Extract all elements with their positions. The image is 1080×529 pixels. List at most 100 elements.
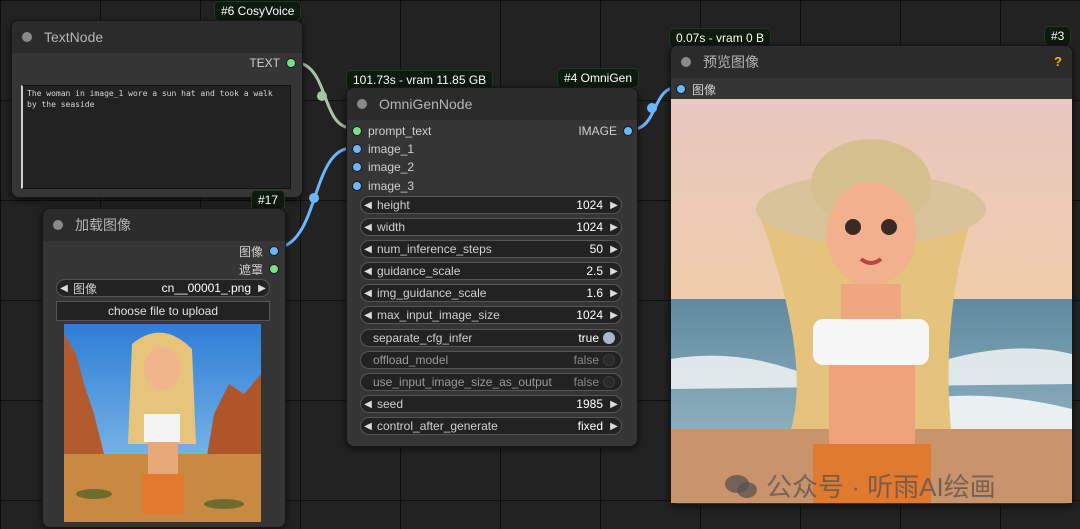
- collapse-dot-icon[interactable]: [681, 57, 691, 67]
- steps-widget[interactable]: ◀ num_inference_steps 50 ▶: [360, 240, 622, 258]
- toggle-off-icon[interactable]: [603, 354, 615, 366]
- node-title-bar[interactable]: OmniGenNode: [347, 88, 637, 120]
- separate-cfg-toggle[interactable]: separate_cfg_infer true: [360, 329, 622, 347]
- input-image[interactable]: 图像: [676, 81, 716, 97]
- widget-label: separate_cfg_infer: [373, 331, 473, 345]
- arrow-left-icon[interactable]: ◀: [361, 266, 375, 277]
- widget-label: num_inference_steps: [377, 242, 492, 256]
- watermark-text: 公众号 · 听雨AI绘画: [766, 472, 996, 502]
- input-label: 图像: [692, 82, 717, 97]
- arrow-right-icon[interactable]: ▶: [607, 421, 621, 432]
- widget-value: 1985: [576, 397, 603, 411]
- input-port-icon[interactable]: [352, 144, 362, 154]
- arrow-left-icon[interactable]: ◀: [361, 421, 375, 432]
- arrow-right-icon[interactable]: ▶: [607, 244, 621, 255]
- output-port-icon[interactable]: [269, 246, 279, 256]
- output-port-icon[interactable]: [623, 126, 633, 136]
- widget-value: false: [573, 353, 599, 367]
- arrow-right-icon[interactable]: ▶: [607, 266, 621, 277]
- node-title-bar[interactable]: 预览图像: [671, 46, 1072, 78]
- arrow-right-icon[interactable]: ▶: [607, 200, 621, 211]
- widget-label: width: [377, 220, 406, 234]
- output-image[interactable]: 图像: [239, 243, 279, 259]
- link-midpoint-text: [317, 91, 327, 101]
- output-port-icon[interactable]: [286, 58, 296, 68]
- widget-value: 2.5: [586, 264, 603, 278]
- node-title: TextNode: [44, 29, 104, 45]
- output-image-label: 图像: [238, 244, 263, 259]
- input-image-3[interactable]: image_3: [352, 178, 414, 194]
- input-image-2[interactable]: image_2: [352, 159, 414, 175]
- toggle-off-icon[interactable]: [603, 376, 615, 388]
- output-text-label: TEXT: [249, 56, 280, 70]
- width-widget[interactable]: ◀ width 1024 ▶: [360, 218, 622, 236]
- input-port-icon[interactable]: [352, 162, 362, 172]
- node-badge-loadimage: #17: [251, 190, 286, 210]
- widget-label: 图像: [73, 281, 98, 296]
- upload-button[interactable]: choose file to upload: [56, 301, 270, 321]
- generated-image-preview: [671, 99, 1072, 503]
- node-title: 加载图像: [75, 217, 131, 233]
- collapse-dot-icon[interactable]: [22, 32, 32, 42]
- arrow-left-icon[interactable]: ◀: [361, 288, 375, 299]
- omnigen-node[interactable]: OmniGenNode prompt_text image_1 image_2 …: [346, 87, 638, 447]
- help-icon[interactable]: ?: [1054, 54, 1062, 69]
- image-select-widget[interactable]: ◀ 图像 cn__00001_.png ▶: [56, 279, 270, 297]
- arrow-right-icon[interactable]: ▶: [607, 399, 621, 410]
- input-prompt-text[interactable]: prompt_text: [352, 123, 431, 139]
- use-input-size-toggle[interactable]: use_input_image_size_as_output false: [360, 373, 622, 391]
- arrow-left-icon[interactable]: ◀: [361, 222, 375, 233]
- input-image-1[interactable]: image_1: [352, 141, 414, 157]
- img-guidance-scale-widget[interactable]: ◀ img_guidance_scale 1.6 ▶: [360, 284, 622, 302]
- widget-value: 1.6: [586, 286, 603, 300]
- node-badge-omnigen: #4 OmniGen: [557, 68, 640, 88]
- output-mask[interactable]: 遮罩: [239, 261, 279, 277]
- input-port-icon[interactable]: [352, 181, 362, 191]
- input-label: image_3: [368, 179, 415, 193]
- guidance-scale-widget[interactable]: ◀ guidance_scale 2.5 ▶: [360, 262, 622, 280]
- output-port-icon[interactable]: [269, 264, 279, 274]
- widget-label: use_input_image_size_as_output: [373, 375, 552, 389]
- node-badge-textnode: #6 CosyVoice: [214, 1, 302, 21]
- offload-model-toggle[interactable]: offload_model false: [360, 351, 622, 369]
- arrow-right-icon[interactable]: ▶: [607, 222, 621, 233]
- input-label: image_2: [368, 160, 415, 174]
- input-port-icon[interactable]: [676, 84, 686, 94]
- arrow-left-icon[interactable]: ◀: [361, 310, 375, 321]
- text-input[interactable]: [21, 85, 291, 189]
- arrow-left-icon[interactable]: ◀: [361, 399, 375, 410]
- input-port-icon[interactable]: [352, 126, 362, 136]
- input-label: image_1: [368, 142, 415, 156]
- widget-value: true: [578, 331, 599, 345]
- widget-value: cn__00001_.png: [161, 281, 251, 295]
- collapse-dot-icon[interactable]: [357, 99, 367, 109]
- height-widget[interactable]: ◀ height 1024 ▶: [360, 196, 622, 214]
- output-mask-label: 遮罩: [238, 262, 263, 277]
- widget-value: 50: [589, 242, 603, 256]
- arrow-right-icon[interactable]: ▶: [607, 288, 621, 299]
- node-title-bar[interactable]: 加载图像: [43, 209, 285, 241]
- max-input-size-widget[interactable]: ◀ max_input_image_size 1024 ▶: [360, 306, 622, 324]
- toggle-on-icon[interactable]: [603, 332, 615, 344]
- arrow-left-icon[interactable]: ◀: [57, 283, 71, 294]
- control-after-generate-widget[interactable]: ◀ control_after_generate fixed ▶: [360, 417, 622, 435]
- textnode[interactable]: TextNode TEXT: [11, 20, 303, 198]
- arrow-left-icon[interactable]: ◀: [361, 200, 375, 211]
- arrow-right-icon[interactable]: ▶: [255, 283, 269, 294]
- widget-value: 1024: [576, 198, 603, 212]
- preview-image-node[interactable]: 预览图像 ? 图像: [670, 45, 1073, 505]
- arrow-right-icon[interactable]: ▶: [607, 310, 621, 321]
- node-title-bar[interactable]: TextNode: [12, 21, 302, 53]
- widget-value: 1024: [576, 308, 603, 322]
- loaded-image-preview: [64, 324, 261, 522]
- seed-widget[interactable]: ◀ seed 1985 ▶: [360, 395, 622, 413]
- link-midpoint-preview: [647, 103, 657, 113]
- collapse-dot-icon[interactable]: [53, 220, 63, 230]
- node-badge-preview: #3: [1044, 26, 1072, 46]
- output-text[interactable]: TEXT: [249, 55, 296, 71]
- widget-label: max_input_image_size: [377, 308, 500, 322]
- widget-value: 1024: [576, 220, 603, 234]
- output-image[interactable]: IMAGE: [578, 123, 633, 139]
- load-image-node[interactable]: 加载图像 图像 遮罩 ◀ 图像 cn__00001_.png ▶ choose …: [42, 208, 286, 528]
- arrow-left-icon[interactable]: ◀: [361, 244, 375, 255]
